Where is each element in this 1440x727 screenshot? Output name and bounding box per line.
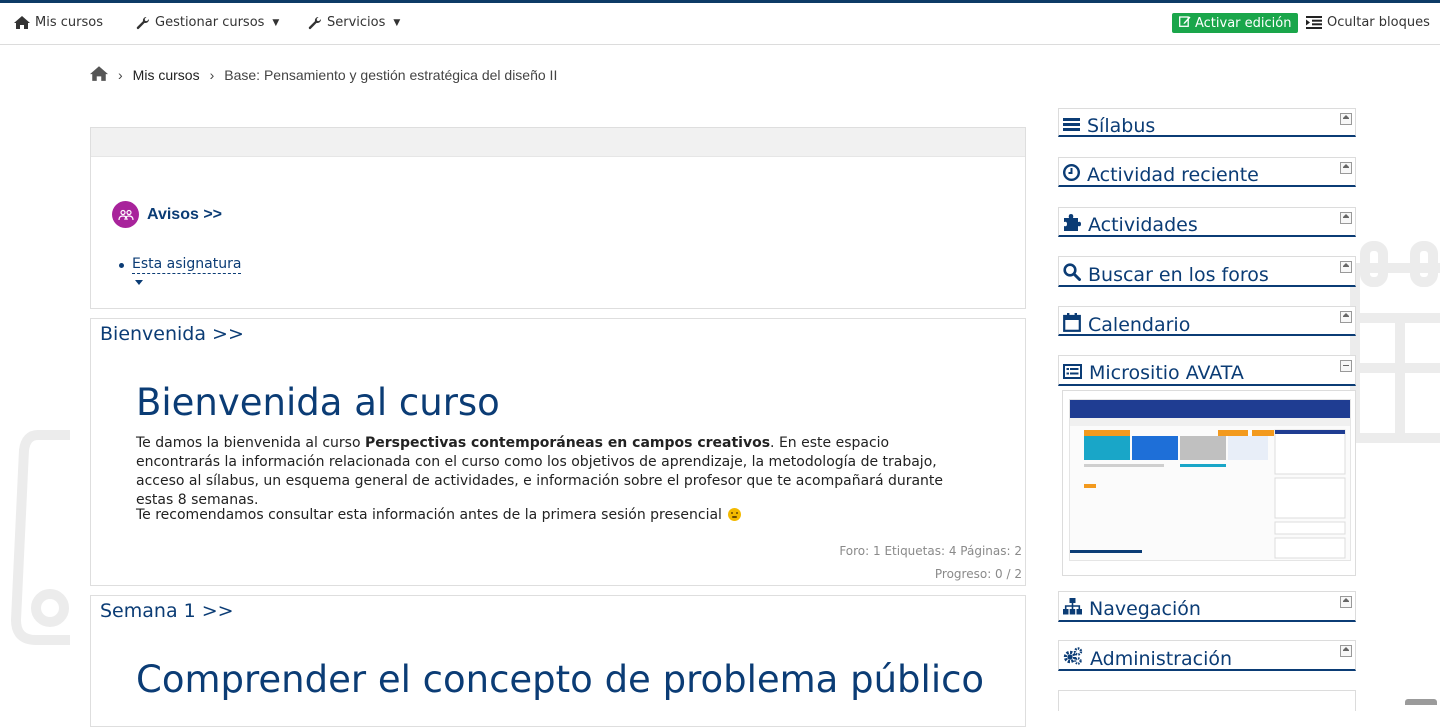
puzzle-icon	[1063, 214, 1081, 236]
chevron-right-icon: ›	[118, 67, 123, 83]
avisos-label: Avisos >>	[147, 205, 223, 223]
block-label: Administración	[1090, 647, 1233, 670]
breadcrumb: › Mis cursos › Base: Pensamiento y gesti…	[90, 66, 557, 84]
bullet	[119, 263, 124, 268]
caret-down-icon: ▼	[393, 17, 401, 28]
home-icon[interactable]	[90, 66, 108, 84]
bars-icon	[1063, 115, 1080, 137]
block-label: Calendario	[1088, 314, 1191, 336]
section-title-semana-1[interactable]: Semana 1 >>	[100, 600, 234, 622]
block-administracion[interactable]: Administración	[1058, 640, 1356, 671]
recommendation-text: Te recomendamos consultar esta informaci…	[136, 507, 722, 523]
wrench-icon	[136, 16, 150, 30]
semana-1-heading: Comprender el concepto de problema públi…	[136, 658, 985, 701]
scrollbar-thumb[interactable]	[1405, 699, 1437, 705]
list-item: Esta asignatura	[119, 256, 242, 285]
section-bienvenida: Bienvenida >> Bienvenida al curso Te dam…	[90, 318, 1026, 586]
block-label: Buscar en los foros	[1088, 263, 1269, 286]
caret-down-icon: ▼	[272, 17, 280, 28]
nav-mis-cursos[interactable]: Mis cursos	[14, 15, 103, 30]
edit-icon	[1179, 15, 1191, 31]
decorative-phone-icon	[11, 430, 70, 645]
welcome-text-start: Te damos la bienvenida al curso	[136, 435, 365, 451]
block-buscar-foros[interactable]: Buscar en los foros	[1058, 256, 1356, 287]
breadcrumb-current: Base: Pensamiento y gestión estratégica …	[224, 67, 558, 83]
group-forum-icon	[112, 201, 139, 228]
activar-edicion-button[interactable]: Activar edición	[1172, 13, 1299, 33]
sitemap-icon	[1063, 598, 1082, 620]
section-activity-stats: Foro: 1 Etiquetas: 4 Páginas: 2	[839, 544, 1022, 558]
smiley-icon	[728, 508, 742, 521]
nav-gestionar-label: Gestionar cursos	[155, 15, 265, 30]
collapse-block-icon[interactable]	[1340, 113, 1352, 125]
collapse-block-icon[interactable]	[1340, 261, 1352, 273]
collapse-block-icon[interactable]	[1340, 645, 1352, 657]
collapse-block-icon[interactable]	[1340, 162, 1352, 174]
block-navegacion[interactable]: Navegación	[1058, 591, 1356, 622]
nav-mis-cursos-label: Mis cursos	[35, 15, 103, 30]
search-icon	[1063, 263, 1081, 286]
chevron-right-icon: ›	[209, 67, 215, 83]
block-actividad-reciente[interactable]: Actividad reciente	[1058, 157, 1356, 187]
micrositio-preview[interactable]	[1062, 390, 1356, 576]
block-next	[1058, 690, 1356, 711]
collapse-block-icon[interactable]	[1340, 311, 1352, 323]
activar-edicion-label: Activar edición	[1195, 15, 1292, 31]
wrench-icon	[308, 16, 322, 30]
block-silabus[interactable]: Sílabus	[1058, 108, 1356, 137]
block-label: Sílabus	[1087, 115, 1156, 137]
nav-servicios[interactable]: Servicios ▼	[308, 15, 400, 30]
block-actividades[interactable]: Actividades	[1058, 207, 1356, 237]
esta-asignatura-link[interactable]: Esta asignatura	[132, 256, 242, 274]
nav-gestionar-cursos[interactable]: Gestionar cursos ▼	[136, 15, 279, 30]
breadcrumb-mis-cursos[interactable]: Mis cursos	[133, 67, 200, 83]
caret-down-icon[interactable]	[135, 280, 143, 285]
micrositio-screenshot-image[interactable]	[1069, 399, 1351, 561]
outdent-icon	[1306, 16, 1322, 29]
block-label: Micrositio AVATA	[1089, 362, 1244, 384]
clock-icon	[1062, 163, 1081, 186]
top-navbar: Mis cursos Gestionar cursos ▼ Servicios …	[0, 3, 1440, 45]
block-label: Actividad reciente	[1087, 164, 1259, 186]
welcome-heading: Bienvenida al curso	[136, 381, 500, 424]
home-icon	[14, 16, 30, 29]
block-micrositio-avata[interactable]: Micrositio AVATA	[1058, 355, 1356, 386]
welcome-paragraph: Te damos la bienvenida al curso Perspect…	[136, 434, 976, 510]
course-name: Perspectivas contemporáneas en campos cr…	[364, 435, 771, 451]
list-alt-icon	[1063, 362, 1082, 384]
ocultar-bloques-button[interactable]: Ocultar bloques	[1306, 15, 1430, 30]
avisos-forum-link[interactable]: Avisos >>	[112, 201, 222, 228]
recommendation-paragraph: Te recomendamos consultar esta informaci…	[136, 506, 976, 525]
collapse-block-icon[interactable]	[1340, 212, 1352, 224]
section-header-bar	[91, 128, 1025, 157]
block-calendario[interactable]: Calendario	[1058, 306, 1356, 336]
section-title-bienvenida[interactable]: Bienvenida >>	[100, 323, 244, 345]
calendar-icon	[1063, 313, 1081, 337]
section-semana-1: Semana 1 >> Comprender el concepto de pr…	[90, 595, 1026, 727]
nav-servicios-label: Servicios	[327, 15, 386, 30]
section-progress: Progreso: 0 / 2	[934, 567, 1022, 581]
collapse-block-icon[interactable]	[1340, 360, 1352, 372]
block-label: Actividades	[1088, 214, 1198, 236]
ocultar-bloques-label: Ocultar bloques	[1327, 15, 1430, 30]
decorative-calendar-icon	[1350, 241, 1440, 443]
announcements-section: Avisos >> Esta asignatura	[90, 127, 1026, 309]
block-label: Navegación	[1089, 598, 1201, 620]
collapse-block-icon[interactable]	[1340, 596, 1352, 608]
cogs-icon	[1063, 647, 1083, 670]
